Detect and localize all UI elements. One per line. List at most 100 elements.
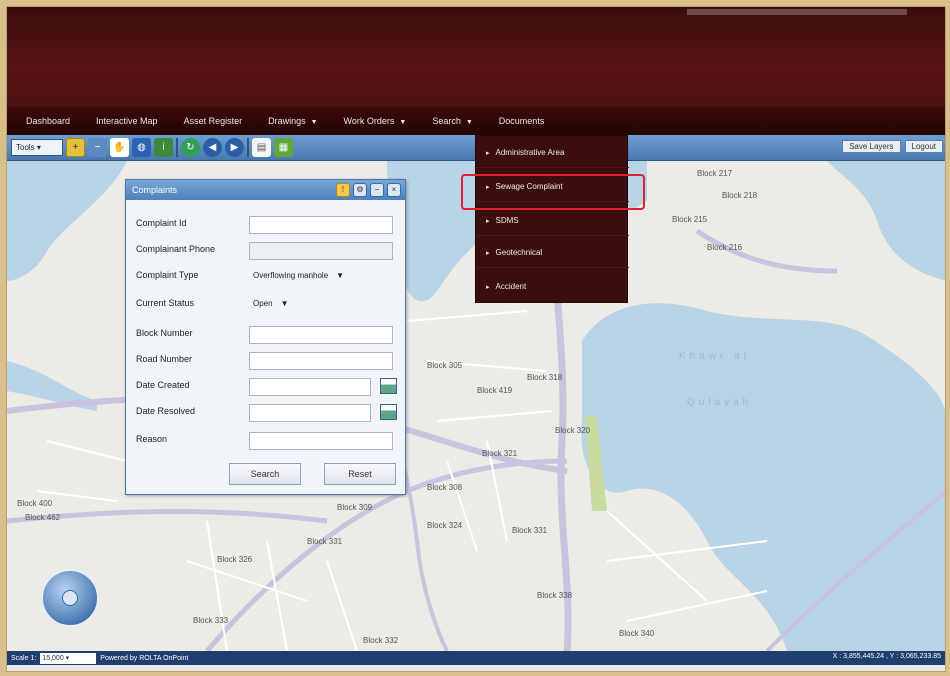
map-label-block: Block 320: [555, 426, 591, 435]
map-label-block: Block 324: [427, 521, 463, 530]
compass-icon[interactable]: [62, 590, 78, 606]
complainant-phone-label: Complainant Phone: [136, 244, 216, 254]
map-navigation-control[interactable]: [41, 569, 99, 627]
search-button[interactable]: Search: [229, 463, 301, 485]
map-label-block: Block 217: [697, 169, 733, 178]
nav-item-drawings[interactable]: Drawings ▼: [255, 116, 330, 126]
bullet-icon: ▸: [486, 284, 490, 291]
map-label-block: Block 218: [722, 191, 758, 200]
complaints-dialog: Complaints ! ⚙ − × Complaint Id Complain…: [125, 179, 406, 495]
map-label-block: Block 215: [672, 215, 708, 224]
close-icon[interactable]: ×: [387, 183, 401, 197]
nav-item-interactive-map[interactable]: Interactive Map: [83, 116, 171, 126]
date-created-input[interactable]: [249, 378, 371, 396]
complainant-phone-row: Complainant Phone: [136, 240, 398, 262]
complaint-id-row: Complaint Id: [136, 214, 398, 236]
calendar-icon[interactable]: [380, 378, 397, 394]
tools-select[interactable]: Tools ▾: [11, 139, 63, 156]
menu-item-sdms[interactable]: ▸ SDMS: [476, 206, 629, 236]
measure-icon[interactable]: ↻: [181, 138, 200, 157]
menu-item-geotechnical[interactable]: ▸ Geotechnical: [476, 238, 629, 268]
layers-icon[interactable]: ▦: [274, 138, 293, 157]
save-layers-button[interactable]: Save Layers: [842, 140, 901, 153]
current-status-label: Current Status: [136, 298, 195, 308]
current-status-select[interactable]: Open ▼: [249, 296, 293, 314]
scale-select[interactable]: 15,000 ▾: [40, 652, 97, 664]
page-footer: [7, 665, 945, 671]
map-label-block: Block 333: [193, 616, 229, 625]
scale-label: Scale 1:: [11, 654, 37, 662]
next-extent-icon[interactable]: ▶: [225, 138, 244, 157]
block-number-row: Block Number: [136, 324, 398, 346]
menu-item-accident[interactable]: ▸ Accident: [476, 272, 629, 302]
zoom-out-icon[interactable]: −: [88, 138, 107, 157]
calendar-icon[interactable]: [380, 404, 397, 420]
nav-item-work-orders[interactable]: Work Orders ▼: [331, 116, 420, 126]
nav-item-search[interactable]: Search ▼: [419, 116, 485, 126]
app-frame: Dashboard Interactive Map Asset Register…: [6, 6, 946, 672]
previous-extent-icon[interactable]: ◀: [203, 138, 222, 157]
date-resolved-input[interactable]: [249, 404, 371, 422]
chevron-down-icon: ▼: [465, 119, 473, 126]
reset-button[interactable]: Reset: [324, 463, 396, 485]
toolbar-divider: [247, 138, 249, 157]
complainant-phone-input[interactable]: [249, 242, 393, 260]
search-dropdown-menu: ▸ Administrative Area ▸ Sewage Complaint ▸…: [475, 135, 629, 303]
map-label-block: Block 331: [512, 526, 548, 535]
menu-item-administrative-area[interactable]: ▸ Administrative Area: [476, 138, 629, 168]
map-label-block: Block 308: [427, 483, 463, 492]
status-bar: Scale 1: 15,000 ▾ Powered by ROLTA OnPoi…: [7, 651, 945, 665]
complaint-id-input[interactable]: [249, 216, 393, 234]
help-icon[interactable]: !: [336, 183, 350, 197]
nav-item-dashboard[interactable]: Dashboard: [13, 116, 83, 126]
complaint-type-label: Complaint Type: [136, 270, 199, 280]
nav-item-asset-register[interactable]: Asset Register: [171, 116, 256, 126]
chevron-down-icon: ▼: [336, 271, 345, 280]
map-label-block: Block 400: [17, 499, 53, 508]
road-number-input[interactable]: [249, 352, 393, 370]
map-label-block: Block 309: [337, 503, 373, 512]
reason-input[interactable]: [249, 432, 393, 450]
header-banner: [7, 7, 945, 107]
map-label-block: Block 338: [537, 591, 573, 600]
bay-label: Khawr al: [679, 351, 750, 362]
map-label-block: Block 332: [363, 636, 399, 645]
minimize-icon[interactable]: −: [370, 183, 384, 197]
map-label-block: Block 326: [217, 555, 253, 564]
logout-button[interactable]: Logout: [904, 140, 943, 153]
chevron-down-icon: ▼: [280, 299, 289, 308]
settings-icon[interactable]: ⚙: [353, 183, 367, 197]
highlight-annotation: [461, 174, 645, 210]
identify-icon[interactable]: i: [154, 138, 173, 157]
full-extent-icon[interactable]: ◍: [132, 138, 151, 157]
pan-hand-icon[interactable]: ✋: [110, 138, 129, 157]
date-resolved-label: Date Resolved: [136, 406, 196, 416]
powered-by-text: Powered by ROLTA OnPoint: [100, 654, 189, 662]
main-nav: Dashboard Interactive Map Asset Register…: [7, 107, 945, 135]
bullet-icon: ▸: [486, 250, 490, 257]
dialog-title: Complaints: [132, 185, 178, 195]
toolbar-right: Save Layers Logout: [842, 140, 943, 153]
reason-label: Reason: [136, 434, 168, 444]
chevron-down-icon: ▼: [310, 119, 318, 126]
date-resolved-row: Date Resolved: [136, 402, 398, 424]
road-number-row: Road Number: [136, 350, 398, 372]
bullet-icon: ▸: [486, 150, 490, 157]
nav-item-documents[interactable]: Documents: [486, 116, 558, 126]
map-label-block: Block 216: [707, 243, 743, 252]
road-number-label: Road Number: [136, 354, 193, 364]
coordinates-readout: X : 3,855,445.24 , Y : 3,065,233.85: [832, 653, 941, 660]
bay-label: Qulayah: [687, 397, 753, 408]
complaint-type-select[interactable]: Overflowing manhole ▼: [249, 268, 348, 286]
zoom-in-icon[interactable]: +: [66, 138, 85, 157]
block-number-input[interactable]: [249, 326, 393, 344]
map-label-block: Block 419: [477, 386, 513, 395]
map-label-block: Block 340: [619, 629, 655, 638]
chevron-down-icon: ▼: [399, 119, 407, 126]
dialog-titlebar[interactable]: Complaints ! ⚙ − ×: [126, 180, 405, 200]
map-label-block: Block 462: [25, 513, 61, 522]
print-icon[interactable]: ▤: [252, 138, 271, 157]
bullet-icon: ▸: [486, 218, 490, 225]
complaint-id-label: Complaint Id: [136, 218, 187, 228]
block-number-label: Block Number: [136, 328, 193, 338]
